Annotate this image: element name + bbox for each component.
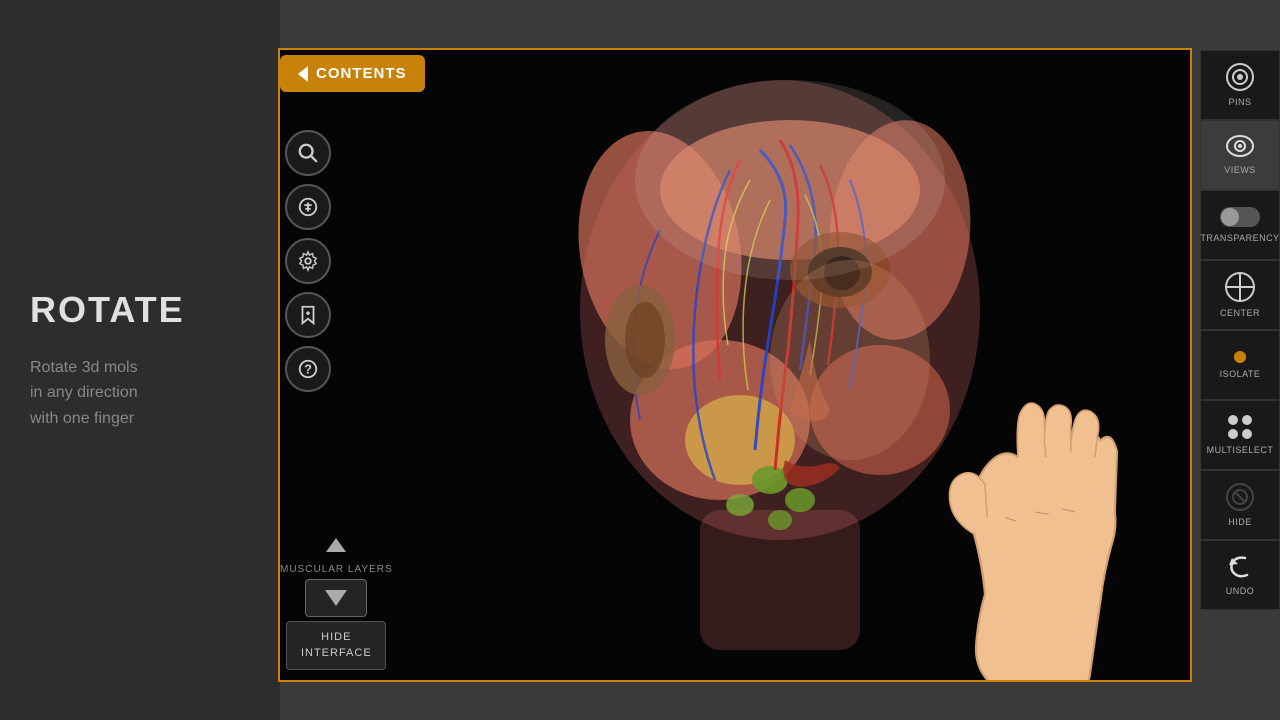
pins-button[interactable]: PINS xyxy=(1200,50,1280,120)
search-button[interactable] xyxy=(285,130,331,176)
pins-icon xyxy=(1226,63,1254,91)
bookmark-button[interactable] xyxy=(285,292,331,338)
layer-down-button[interactable] xyxy=(305,579,367,617)
undo-button[interactable]: UNDO xyxy=(1200,540,1280,610)
toggle-knob xyxy=(1221,208,1239,226)
multiselect-icon xyxy=(1228,415,1252,439)
transparency-button[interactable]: TRANSPARENCY xyxy=(1200,190,1280,260)
left-instruction-panel: ROTATE Rotate 3d molsin any directionwit… xyxy=(0,0,280,720)
center-label: CENTER xyxy=(1220,308,1260,318)
muscular-layers-label: MUSCULAR LAYERS xyxy=(280,564,393,575)
hide-label: HIDE xyxy=(1228,517,1252,527)
settings-button[interactable] xyxy=(285,238,331,284)
layer-up-button[interactable] xyxy=(311,530,361,560)
contents-button[interactable]: CONTENTS xyxy=(280,55,425,92)
filter-icon xyxy=(297,196,319,218)
pins-label: PINS xyxy=(1228,97,1251,107)
hide-button[interactable]: HIDE xyxy=(1200,470,1280,540)
filter-button[interactable] xyxy=(285,184,331,230)
right-toolbar: PINS VIEWS TRANSPARENCY CENTER ISOLATE xyxy=(1200,50,1280,610)
crosshair-icon xyxy=(1225,272,1255,302)
multiselect-button[interactable]: MULTISELECT xyxy=(1200,400,1280,470)
down-arrow-icon xyxy=(325,590,347,606)
help-button[interactable]: ? xyxy=(285,346,331,392)
bookmark-icon xyxy=(297,304,319,326)
rotate-description: Rotate 3d molsin any directionwith one f… xyxy=(30,355,250,432)
undo-label: UNDO xyxy=(1226,586,1255,596)
bottom-left-controls: MUSCULAR LAYERS HIDEINTERFACE xyxy=(280,530,393,670)
center-button[interactable]: CENTER xyxy=(1200,260,1280,330)
svg-text:?: ? xyxy=(304,362,312,377)
isolate-label: ISOLATE xyxy=(1220,369,1261,379)
views-icon xyxy=(1226,135,1254,159)
rotate-title: ROTATE xyxy=(30,289,250,331)
views-label: VIEWS xyxy=(1224,165,1256,175)
transparency-toggle[interactable] xyxy=(1220,207,1260,227)
undo-icon xyxy=(1227,554,1253,580)
help-icon: ? xyxy=(297,358,319,380)
transparency-label: TRANSPARENCY xyxy=(1200,233,1279,243)
views-button[interactable]: VIEWS xyxy=(1200,120,1280,190)
contents-label: CONTENTS xyxy=(316,65,407,82)
anatomy-canvas xyxy=(280,50,1190,680)
search-icon xyxy=(297,142,319,164)
left-toolbar: ? xyxy=(280,130,336,392)
arrow-left-icon xyxy=(298,66,308,82)
main-viewport xyxy=(280,50,1190,680)
hide-interface-button[interactable]: HIDEINTERFACE xyxy=(286,621,386,670)
settings-icon xyxy=(297,250,319,272)
up-arrow-icon xyxy=(326,538,346,552)
isolate-dot-icon xyxy=(1234,351,1246,363)
hide-icon xyxy=(1226,483,1254,511)
multiselect-label: MULTISELECT xyxy=(1207,445,1274,455)
hide-interface-label: HIDEINTERFACE xyxy=(301,631,372,658)
isolate-button[interactable]: ISOLATE xyxy=(1200,330,1280,400)
anatomy-svg xyxy=(280,50,1190,680)
